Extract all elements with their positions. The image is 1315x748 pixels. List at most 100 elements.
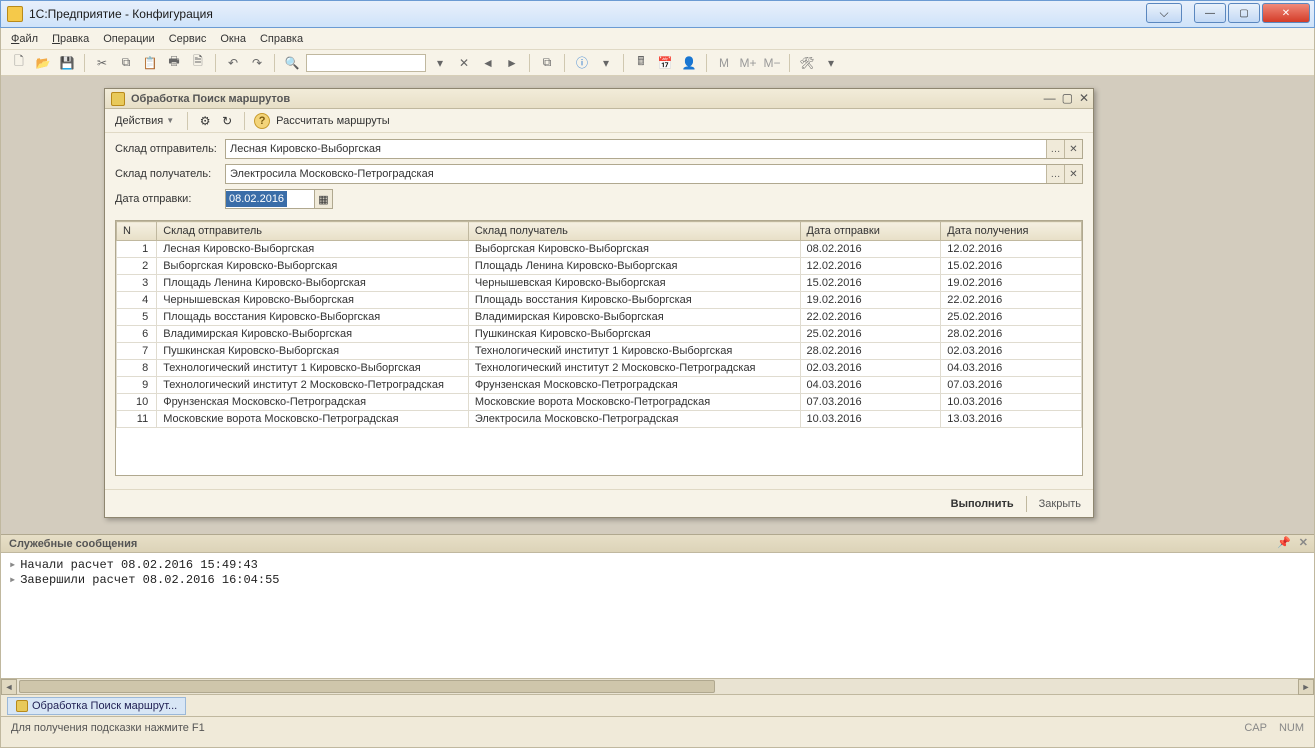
minimize-button[interactable]: — (1194, 3, 1226, 23)
receiver-input[interactable]: Электросила Московско-Петроградская … ✕ (225, 164, 1083, 184)
cell-n: 10 (117, 394, 157, 411)
table-row[interactable]: 7Пушкинская Кировско-ВыборгскаяТехнологи… (117, 343, 1082, 360)
search-input[interactable] (306, 54, 426, 72)
info-dd-icon[interactable]: ▾ (596, 53, 616, 73)
messages-pin-icon[interactable]: 📌 (1277, 536, 1291, 549)
select-icon[interactable]: … (1046, 140, 1064, 158)
col-recv-date[interactable]: Дата получения (941, 222, 1082, 241)
tools-dd-icon[interactable]: ▾ (821, 53, 841, 73)
cell-n: 11 (117, 411, 157, 428)
cell-send-date: 12.02.2016 (800, 258, 941, 275)
clear-search-icon[interactable]: ✕ (454, 53, 474, 73)
paste-icon[interactable]: 📋 (140, 53, 160, 73)
col-sender[interactable]: Склад отправитель (157, 222, 469, 241)
redo-icon[interactable]: ↷ (247, 53, 267, 73)
close-button[interactable]: ✕ (1262, 3, 1310, 23)
date-input[interactable]: 08.02.2016 (225, 189, 315, 209)
tools-icon[interactable]: 🛠 (797, 53, 817, 73)
scroll-left-icon[interactable]: ◄ (1, 679, 17, 695)
cell-sender: Технологический институт 2 Московско-Пет… (157, 377, 469, 394)
calendar-icon[interactable]: 📅 (655, 53, 675, 73)
calendar-picker-icon[interactable]: ▦ (315, 189, 333, 209)
col-send-date[interactable]: Дата отправки (800, 222, 941, 241)
clear-icon[interactable]: ✕ (1064, 165, 1082, 183)
prev-icon[interactable]: ◄ (478, 53, 498, 73)
table-row[interactable]: 4Чернышевская Кировско-ВыборгскаяПлощадь… (117, 292, 1082, 309)
menu-operations[interactable]: Операции (103, 33, 154, 45)
cell-recv-date: 22.02.2016 (941, 292, 1082, 309)
message-line: ▸Начали расчет 08.02.2016 15:49:43 (9, 557, 1306, 572)
refresh-icon[interactable]: ↻ (219, 113, 235, 129)
footer-sep (1026, 496, 1027, 512)
menu-file[interactable]: Файл (11, 33, 38, 45)
table-row[interactable]: 2Выборгская Кировско-ВыборгскаяПлощадь Л… (117, 258, 1082, 275)
calc-icon[interactable]: 🖩 (631, 53, 651, 73)
cut-icon[interactable]: ✂ (92, 53, 112, 73)
actions-dropdown[interactable]: Действия▼ (111, 113, 178, 129)
col-n[interactable]: N (117, 222, 157, 241)
cell-send-date: 07.03.2016 (800, 394, 941, 411)
undo-icon[interactable]: ↶ (223, 53, 243, 73)
search-icon[interactable]: 🔍 (282, 53, 302, 73)
receiver-label: Склад получатель: (115, 168, 225, 180)
cell-n: 9 (117, 377, 157, 394)
menu-windows[interactable]: Окна (220, 33, 246, 45)
table-row[interactable]: 9Технологический институт 2 Московско-Пе… (117, 377, 1082, 394)
table-row[interactable]: 6Владимирская Кировско-ВыборгскаяПушкинс… (117, 326, 1082, 343)
table-row[interactable]: 11Московские ворота Московско-Петроградс… (117, 411, 1082, 428)
tab-label: Обработка Поиск маршрут... (32, 700, 177, 712)
table-row[interactable]: 3Площадь Ленина Кировско-ВыборгскаяЧерны… (117, 275, 1082, 292)
close-dialog-button[interactable]: Закрыть (1039, 498, 1081, 510)
col-receiver[interactable]: Склад получатель (468, 222, 800, 241)
workspace: Обработка Поиск маршрутов — ▢ ✕ Действия… (1, 76, 1314, 534)
select-icon[interactable]: … (1046, 165, 1064, 183)
cell-sender: Чернышевская Кировско-Выборгская (157, 292, 469, 309)
preview-icon[interactable]: 🗎 (188, 53, 208, 73)
messages-body[interactable]: ▸Начали расчет 08.02.2016 15:49:43 ▸Заве… (1, 553, 1314, 678)
scroll-thumb[interactable] (19, 680, 715, 693)
messages-header: Служебные сообщения 📌 ✕ (1, 535, 1314, 553)
cell-recv-date: 13.03.2016 (941, 411, 1082, 428)
print-icon[interactable]: 🖶 (164, 53, 184, 73)
status-hint: Для получения подсказки нажмите F1 (11, 722, 205, 734)
messages-hscroll[interactable]: ◄ ► (1, 678, 1314, 694)
dropdown-frame-button[interactable]: ⌵ (1146, 3, 1182, 23)
menu-service[interactable]: Сервис (169, 33, 207, 45)
window-tab[interactable]: Обработка Поиск маршрут... (7, 697, 186, 715)
save-icon[interactable]: 💾 (57, 53, 77, 73)
m-icon[interactable]: M (714, 53, 734, 73)
table-row[interactable]: 8Технологический институт 1 Кировско-Выб… (117, 360, 1082, 377)
new-icon[interactable]: 🗋 (9, 53, 29, 73)
dialog-minimize-icon[interactable]: — (1044, 91, 1056, 105)
cell-sender: Выборгская Кировско-Выборгская (157, 258, 469, 275)
copy-icon[interactable]: ⧉ (116, 53, 136, 73)
dialog-maximize-icon[interactable]: ▢ (1062, 91, 1073, 105)
sender-input[interactable]: Лесная Кировско-Выборгская … ✕ (225, 139, 1083, 159)
messages-close-icon[interactable]: ✕ (1299, 536, 1308, 549)
scroll-right-icon[interactable]: ► (1298, 679, 1314, 695)
m-minus-icon[interactable]: M− (762, 53, 782, 73)
app-frame: Файл Правка Операции Сервис Окна Справка… (0, 28, 1315, 748)
maximize-button[interactable]: ▢ (1228, 3, 1260, 23)
search-dd-icon[interactable]: ▾ (430, 53, 450, 73)
calculate-routes-button[interactable]: Рассчитать маршруты (276, 115, 390, 127)
table-row[interactable]: 1Лесная Кировско-ВыборгскаяВыборгская Ки… (117, 241, 1082, 258)
dialog-close-icon[interactable]: ✕ (1079, 91, 1089, 105)
copy2-icon[interactable]: ⧉ (537, 53, 557, 73)
settings-icon[interactable]: ⚙ (197, 113, 213, 129)
m-plus-icon[interactable]: M+ (738, 53, 758, 73)
clear-icon[interactable]: ✕ (1064, 140, 1082, 158)
open-icon[interactable]: 📂 (33, 53, 53, 73)
table-row[interactable]: 5Площадь восстания Кировско-ВыборгскаяВл… (117, 309, 1082, 326)
menu-help[interactable]: Справка (260, 33, 303, 45)
next-icon[interactable]: ► (502, 53, 522, 73)
info-icon[interactable]: ⓘ (572, 53, 592, 73)
dialog-titlebar[interactable]: Обработка Поиск маршрутов — ▢ ✕ (105, 89, 1093, 109)
menu-edit[interactable]: Правка (52, 33, 89, 45)
routes-grid[interactable]: N Склад отправитель Склад получатель Дат… (115, 220, 1083, 476)
help-icon[interactable]: ? (254, 113, 270, 129)
date-value: 08.02.2016 (226, 191, 287, 207)
table-row[interactable]: 10Фрунзенская Московско-ПетроградскаяМос… (117, 394, 1082, 411)
execute-button[interactable]: Выполнить (951, 498, 1014, 510)
user-icon[interactable]: 👤 (679, 53, 699, 73)
